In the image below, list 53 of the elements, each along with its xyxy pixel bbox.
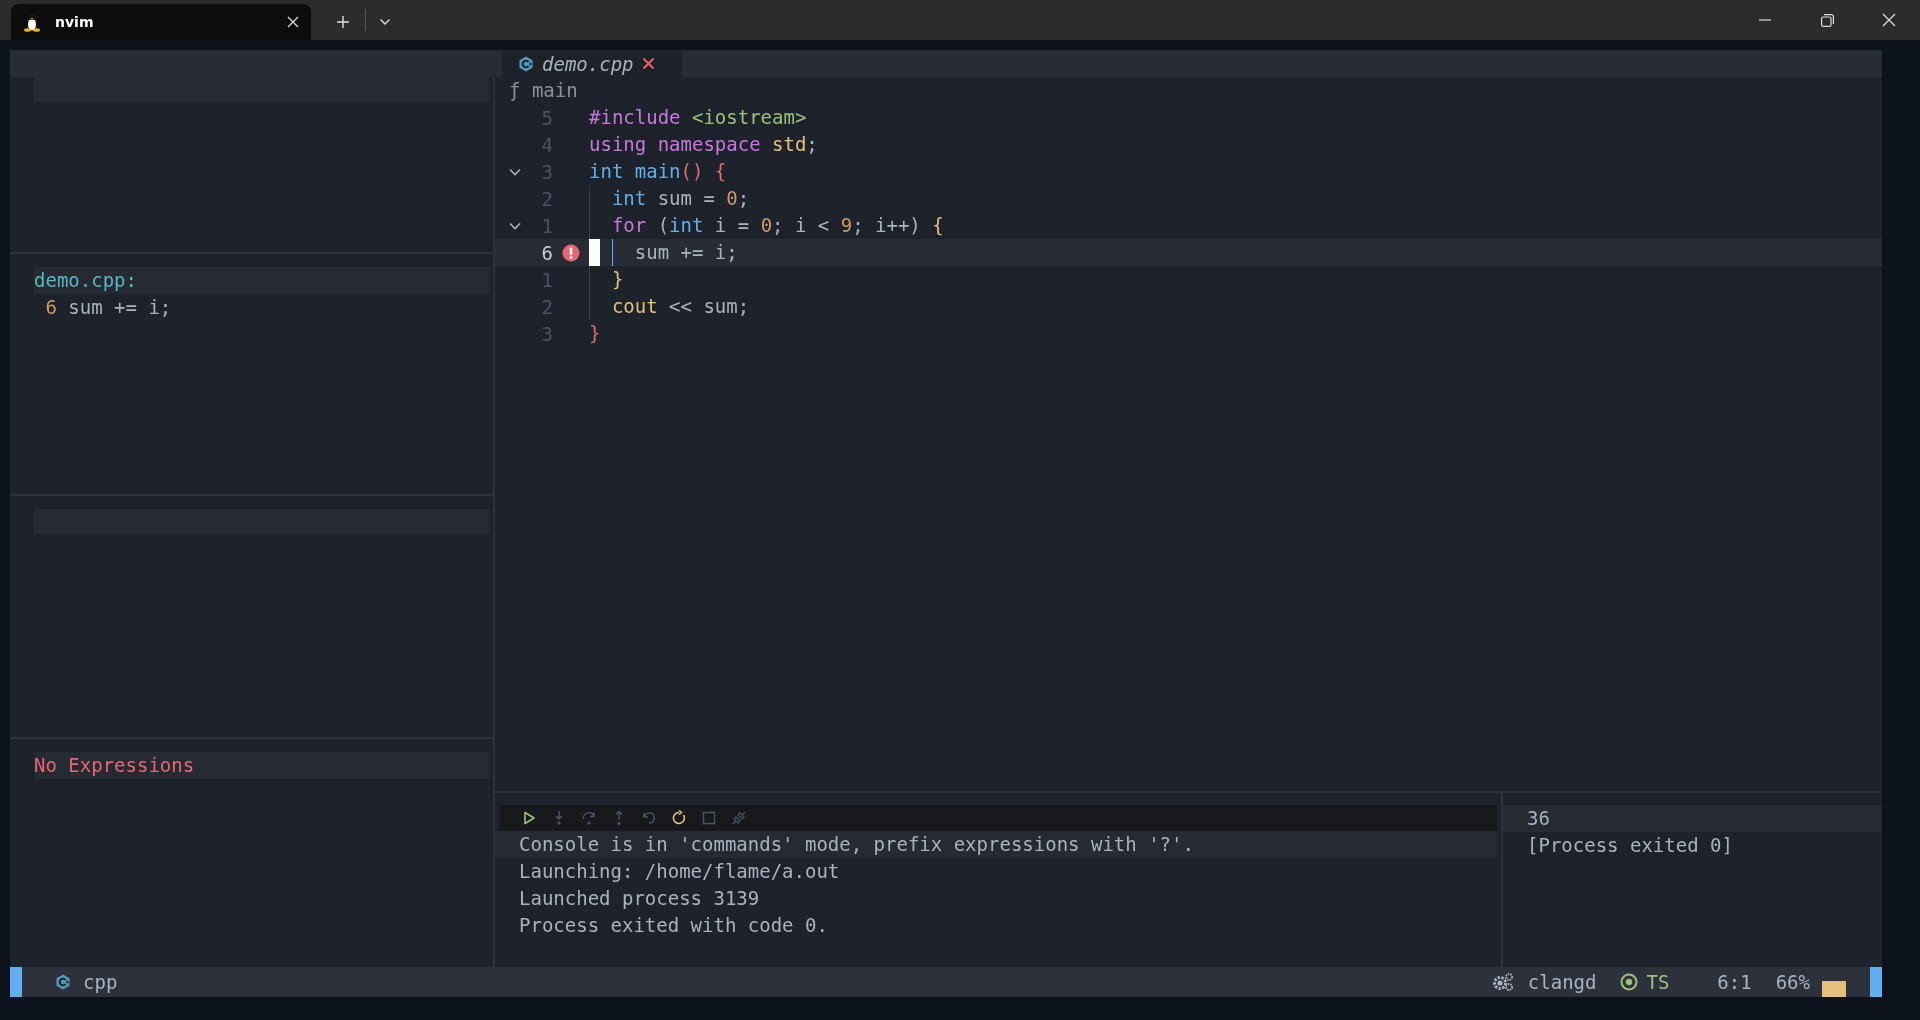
watches-message: No Expressions (34, 752, 489, 779)
scroll-indicator (1822, 981, 1846, 997)
restart-icon[interactable] (671, 810, 687, 826)
breakpoint-entry[interactable]: 6 sum += i; (34, 294, 489, 321)
cpp-icon (518, 55, 534, 72)
restore-icon (1820, 13, 1834, 27)
play-icon[interactable] (521, 810, 537, 826)
mode-indicator (10, 967, 22, 997)
treesitter-label: TS (1646, 971, 1670, 993)
filetype-label: cpp (83, 971, 118, 993)
breakpoint-file[interactable]: demo.cpp: (34, 267, 489, 294)
code-line: sum += i; (589, 239, 738, 266)
console-line: Process exited with code 0. (518, 913, 829, 938)
scroll-percent: 66% (1775, 971, 1810, 993)
chevron-down-icon[interactable] (509, 221, 521, 230)
line-number: 1 (540, 214, 553, 237)
minimize-icon (1759, 19, 1771, 21)
code-line: int main() { (589, 159, 727, 184)
code-line: } (589, 266, 624, 293)
code-line: } (589, 321, 601, 346)
code-line: #include <iostream> (589, 105, 807, 130)
cpp-icon (55, 974, 71, 990)
code-line: cout << sum; (589, 293, 750, 320)
breadcrumb: ƒ main (508, 78, 579, 103)
gears-icon (1491, 972, 1514, 992)
close-icon[interactable] (641, 57, 655, 70)
line-number: 2 (540, 295, 553, 318)
target-icon (1620, 973, 1639, 991)
line-number: 1 (540, 268, 553, 291)
code-line: int sum = 0; (589, 185, 750, 212)
close-tab-button[interactable] (287, 16, 299, 28)
line-number: 3 (540, 322, 553, 345)
mode-indicator (1870, 967, 1882, 997)
console-line: Launching: /home/flame/a.out (518, 859, 841, 884)
terminal-tab[interactable]: nvim (11, 4, 311, 40)
plus-icon (336, 15, 350, 29)
terminal-line: [Process exited 0] (1526, 833, 1734, 858)
chevron-down-icon (379, 18, 391, 26)
line-number: 4 (540, 133, 553, 156)
cursor-position: 6:1 (1717, 971, 1752, 993)
line-number: 5 (540, 106, 553, 129)
file-tab[interactable]: demo.cpp (502, 50, 682, 77)
close-icon (287, 16, 299, 28)
code-line: using namespace std; (589, 132, 818, 157)
chevron-down-icon[interactable] (509, 167, 521, 176)
close-icon (1882, 13, 1896, 27)
line-number: 6 (540, 241, 553, 264)
tab-title: nvim (55, 14, 95, 30)
line-number: 2 (540, 187, 553, 210)
lsp-label: clangd (1527, 971, 1597, 993)
file-name: demo.cpp (542, 52, 634, 75)
console-line: Launched process 3139 (518, 886, 761, 911)
line-number: 3 (540, 160, 553, 183)
